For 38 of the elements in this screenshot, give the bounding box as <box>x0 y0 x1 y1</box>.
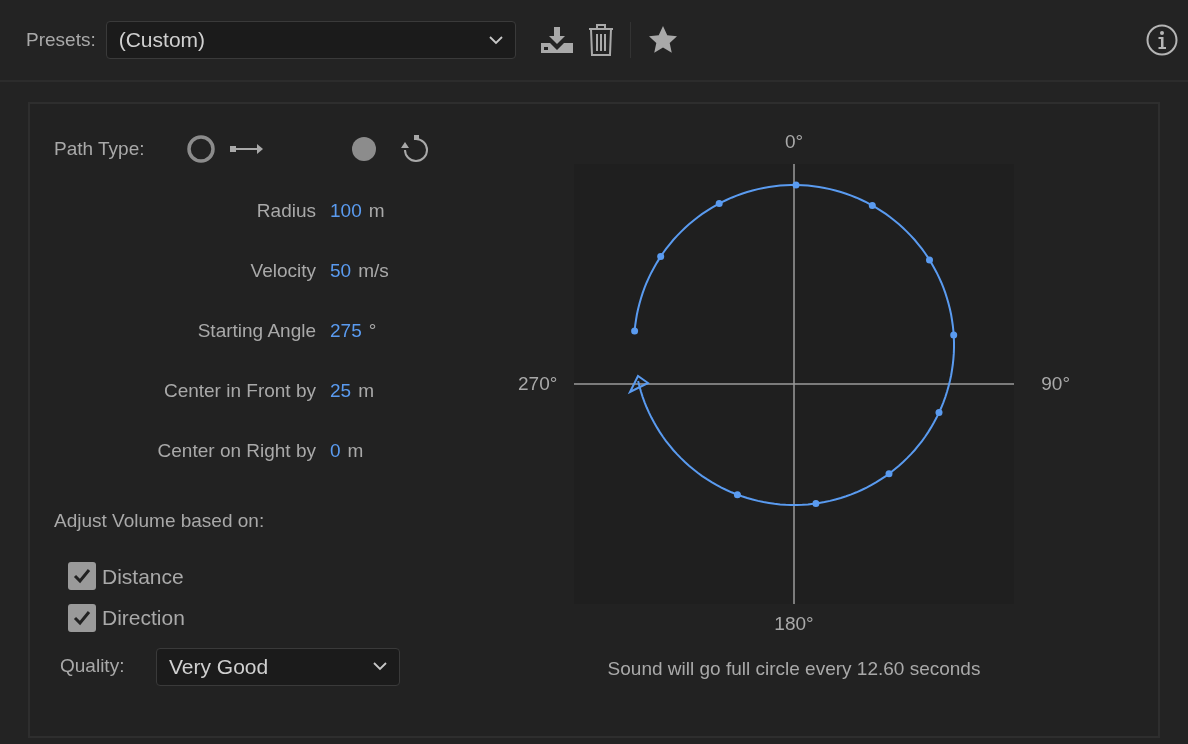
parameter-label: Velocity <box>249 259 316 283</box>
plot-caption: Sound will go full circle every 12.60 seconds <box>607 656 981 681</box>
parameter-value[interactable]: 50 <box>330 257 352 286</box>
presets-dropdown[interactable]: (Custom) <box>105 21 516 59</box>
favorite-button[interactable] <box>646 24 679 56</box>
checkmark-icon <box>73 609 91 626</box>
angle-label: 90° <box>1040 371 1070 396</box>
parameter-value[interactable]: 275 <box>330 317 362 346</box>
angle-label: 0° <box>784 130 804 154</box>
quality-label: Quality: <box>60 654 126 679</box>
parameter-label: Radius <box>255 199 316 223</box>
parameter-label: Starting Angle <box>196 319 316 343</box>
unit-label: m <box>347 439 364 463</box>
chevron-icon <box>373 662 387 671</box>
unit-label: m <box>358 379 374 403</box>
filled-circle-button[interactable] <box>350 135 378 163</box>
parameter-label: Center on Right by <box>156 439 316 463</box>
unit-label: m/s <box>358 259 389 283</box>
checkbox[interactable] <box>68 562 96 591</box>
info-button[interactable] <box>1146 24 1178 56</box>
chevron-icon <box>488 35 503 45</box>
presets-label: Presets: <box>26 27 96 52</box>
parameter-value[interactable]: 25 <box>330 377 352 406</box>
parameter-value[interactable]: 100 <box>330 197 362 226</box>
parameter-value[interactable]: 0 <box>330 437 341 466</box>
path-type-label: Path Type: <box>54 136 146 161</box>
quality-dropdown[interactable]: Very Good <box>156 647 400 686</box>
unit-label: m <box>368 199 385 223</box>
unit-label: ° <box>368 319 377 343</box>
checkbox-label: Distance <box>102 563 184 590</box>
parameter-label: Center in Front by <box>162 379 316 403</box>
angle-label: 180° <box>774 612 814 636</box>
checkbox-label: Direction <box>102 605 185 631</box>
angle-label: 270° <box>518 371 559 396</box>
checkmark-icon <box>73 568 91 585</box>
circle-path-button[interactable] <box>186 134 216 164</box>
adjust-volume-label: Adjust Volume based on: <box>54 509 266 533</box>
checkbox[interactable] <box>68 603 96 632</box>
